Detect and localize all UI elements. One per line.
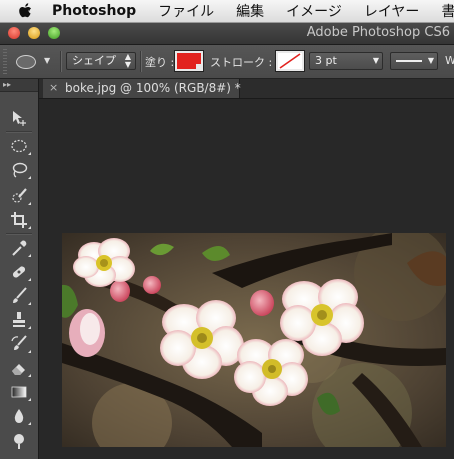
shape-mode-value: シェイプ [72,54,116,67]
flyout-indicator [28,398,31,401]
gradient-icon [11,386,27,398]
chevron-down-icon: ▼ [427,56,434,65]
healing-brush-icon [12,266,26,278]
ellipse-tool-icon [16,55,36,69]
menu-type[interactable]: 書式 [441,1,454,21]
clone-stamp-icon [13,312,25,327]
quick-selection-icon [12,188,27,203]
elliptical-marquee-tool[interactable] [5,135,33,157]
elliptical-marquee-icon [11,139,27,153]
history-brush-icon [11,335,27,350]
brush-icon [13,287,27,303]
shape-mode-select[interactable]: シェイプ ▲ ▼ [66,52,136,70]
crop-tool[interactable] [5,209,33,231]
width-label: W [445,54,454,67]
flyout-indicator [28,152,31,155]
flyout-indicator [28,254,31,257]
blur-tool[interactable] [5,405,33,427]
quick-selection-tool[interactable] [5,185,33,207]
separator [6,233,32,235]
flyout-indicator [28,278,31,281]
document-canvas-photo[interactable] [62,233,446,447]
separator [140,51,142,72]
canvas-workspace[interactable] [39,99,454,459]
tools-panel: ▸▸ [0,79,39,459]
updown-arrows-icon: ▲ ▼ [124,52,131,69]
move-tool[interactable] [5,107,33,129]
gradient-tool[interactable] [5,381,33,403]
flyout-indicator [28,202,31,205]
document-tab[interactable]: × boke.jpg @ 100% (RGB/8#) * [43,79,241,98]
swatch-dropdown-corner [196,64,202,70]
eyedropper-tool[interactable] [5,237,33,259]
cherry-blossom-photo [62,233,446,447]
options-bar-grip[interactable] [3,49,7,74]
brush-tool[interactable] [5,285,33,307]
close-tab-icon[interactable]: × [49,79,58,97]
stroke-width-value: 3 pt [315,54,337,67]
menu-layer[interactable]: レイヤー [364,1,420,21]
flyout-indicator [28,302,31,305]
eyedropper-icon [12,240,27,256]
flyout-indicator [28,350,31,353]
flyout-indicator [28,226,31,229]
lasso-tool[interactable] [5,159,33,181]
app-menu-photoshop[interactable]: Photoshop [52,3,136,19]
eraser-icon [12,364,25,375]
window-close-button[interactable] [8,27,20,39]
flyout-indicator [28,326,31,329]
window-zoom-button[interactable] [48,27,60,39]
stroke-width-input[interactable]: 3 pt ▼ [309,52,383,70]
window-title-bar: Adobe Photoshop CS6 [0,23,454,45]
solid-line-icon [396,60,422,62]
chevron-down-icon[interactable]: ▼ [373,53,379,69]
spot-healing-brush-tool[interactable] [5,261,33,283]
tool-preset-picker[interactable]: ▼ [16,54,56,70]
options-bar: ▼ シェイプ ▲▼ 塗り : ストローク : 3 pt ▼ ▼ W [0,45,454,79]
clone-stamp-tool[interactable] [5,309,33,331]
apple-icon[interactable] [18,2,34,20]
separator [60,51,62,72]
flyout-indicator [28,176,31,179]
menu-file[interactable]: ファイル [158,1,214,21]
window-minimize-button[interactable] [28,27,40,39]
dodge-icon [14,434,24,449]
stroke-label: ストローク : [210,56,273,69]
macos-menu-bar: Photoshop ファイル 編集 イメージ レイヤー 書式 [0,0,454,23]
stroke-color-swatch[interactable] [275,50,305,72]
fill-label: 塗り : [145,56,175,69]
flyout-indicator [28,374,31,377]
fill-color-swatch[interactable] [174,50,204,72]
tools-panel-header[interactable]: ▸▸ [0,79,38,92]
crop-icon [11,212,27,228]
history-brush-tool[interactable] [5,333,33,355]
stroke-type-select[interactable]: ▼ [390,52,438,70]
chevron-down-icon: ▼ [44,56,51,65]
document-tab-title: boke.jpg @ 100% (RGB/8#) * [65,81,241,95]
flyout-indicator [28,422,31,425]
no-color-slash-icon [279,53,301,69]
menu-edit[interactable]: 編集 [236,1,264,21]
lasso-icon [12,162,28,178]
eraser-tool[interactable] [5,357,33,379]
blur-drop-icon [14,409,24,423]
collapse-arrows-icon[interactable]: ▸▸ [3,80,11,89]
dodge-tool[interactable] [5,429,33,451]
document-tab-bar: × boke.jpg @ 100% (RGB/8#) * [39,79,454,99]
separator [6,131,32,133]
window-title: Adobe Photoshop CS6 [306,25,450,40]
menu-image[interactable]: イメージ [286,1,342,21]
move-icon [13,111,26,126]
